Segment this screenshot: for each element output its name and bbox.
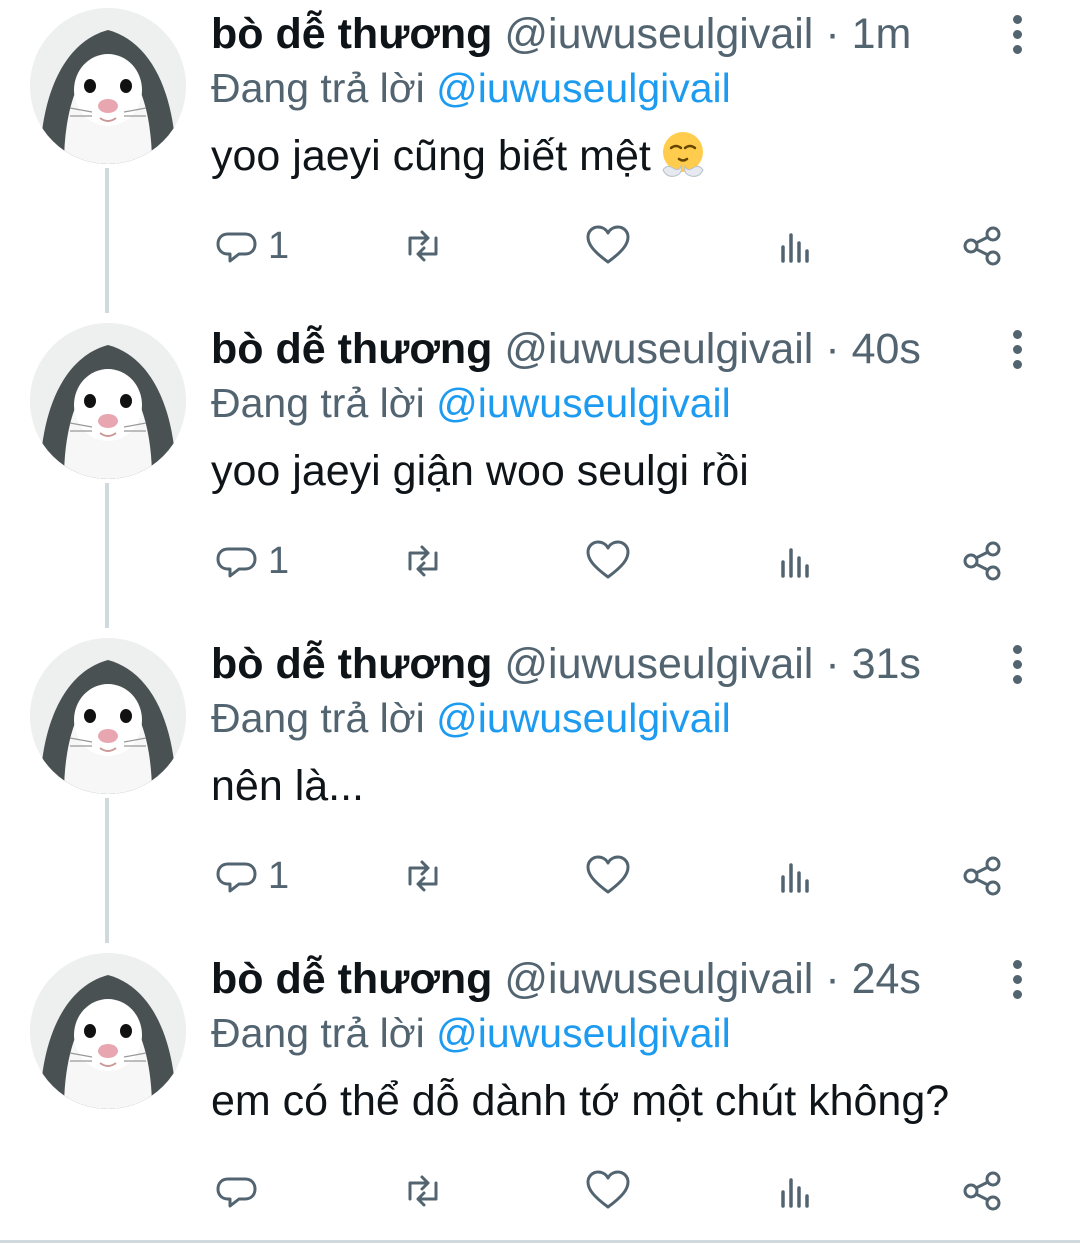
views-bar-chart-icon (781, 1178, 809, 1208)
reply-count: 1 (268, 540, 290, 582)
separator-dot: · (825, 640, 840, 688)
more-vertical-icon[interactable] (1000, 642, 1034, 686)
views-button[interactable] (771, 1161, 821, 1221)
conversation-thread: bò dễ thương @iuwuseulgivail · 1m Đang t… (0, 0, 1080, 1243)
separator-dot: · (825, 10, 840, 58)
more-vertical-icon[interactable] (1000, 957, 1034, 1001)
user-handle[interactable]: @iuwuseulgivail (504, 325, 813, 373)
tweet[interactable]: bò dễ thương @iuwuseulgivail · 24s Đang … (0, 945, 1080, 1260)
retweet-icon (408, 545, 438, 577)
replying-to-label: Đang trả lời (211, 695, 425, 741)
mention-link[interactable]: @iuwuseulgivail (436, 65, 731, 111)
views-button[interactable] (771, 846, 821, 906)
reply-button[interactable]: 1 (212, 846, 289, 906)
avatar[interactable] (30, 953, 186, 1109)
views-button[interactable] (771, 531, 821, 591)
retweet-button[interactable] (398, 1161, 448, 1221)
retweet-icon (408, 230, 438, 262)
tweet-actions: 1 (0, 846, 1080, 906)
user-handle[interactable]: @iuwuseulgivail (504, 640, 813, 688)
retweet-icon (408, 1175, 438, 1207)
tweet[interactable]: bò dễ thương @iuwuseulgivail · 40s Đang … (0, 315, 1080, 630)
replying-to-label: Đang trả lời (211, 1010, 425, 1056)
tweet-header: bò dễ thương @iuwuseulgivail · 1m (211, 8, 911, 60)
mention-link[interactable]: @iuwuseulgivail (436, 695, 731, 741)
display-name[interactable]: bò dễ thương (211, 10, 492, 58)
reply-bubble-icon (216, 1177, 257, 1208)
mention-link[interactable]: @iuwuseulgivail (436, 380, 731, 426)
share-button[interactable] (958, 1161, 1008, 1221)
separator-dot: · (825, 955, 840, 1003)
share-icon (963, 226, 1001, 266)
share-icon (963, 856, 1001, 896)
tweet-header: bò dễ thương @iuwuseulgivail · 40s (211, 323, 921, 375)
timestamp[interactable]: 24s (852, 955, 921, 1003)
replying-to: Đang trả lời @iuwuseulgivail (211, 692, 731, 744)
display-name[interactable]: bò dễ thương (211, 955, 492, 1003)
like-button[interactable] (583, 1161, 633, 1221)
like-button[interactable] (583, 846, 633, 906)
views-bar-chart-icon (781, 548, 809, 578)
reply-button[interactable]: 1 (212, 531, 289, 591)
retweet-icon (408, 860, 438, 892)
replying-to: Đang trả lời @iuwuseulgivail (211, 377, 731, 429)
replying-to-label: Đang trả lời (211, 65, 425, 111)
more-vertical-icon[interactable] (1000, 327, 1034, 371)
tweet-text: yoo jaeyi cũng biết mệt (211, 128, 709, 184)
views-button[interactable] (771, 216, 821, 276)
views-bar-chart-icon (781, 863, 809, 893)
reply-bubble-icon (216, 232, 257, 263)
display-name[interactable]: bò dễ thương (211, 640, 492, 688)
tweet[interactable]: bò dễ thương @iuwuseulgivail · 31s Đang … (0, 630, 1080, 945)
tweet-actions (0, 1161, 1080, 1221)
tweet-text: yoo jaeyi giận woo seulgi rồi (211, 447, 749, 495)
heart-icon (586, 540, 630, 579)
retweet-button[interactable] (398, 216, 448, 276)
share-icon (963, 1171, 1001, 1211)
tweet-text-content: yoo jaeyi cũng biết mệt (211, 132, 651, 180)
tweet-actions: 1 (0, 216, 1080, 276)
replying-to-label: Đang trả lời (211, 380, 425, 426)
avatar[interactable] (30, 638, 186, 794)
tweet-text: nên là... (211, 762, 364, 810)
reply-button[interactable] (212, 1161, 268, 1221)
tweet-text: em có thể dỗ dành tớ một chút không? (211, 1077, 950, 1125)
like-button[interactable] (583, 531, 633, 591)
share-button[interactable] (958, 216, 1008, 276)
tweet-header: bò dễ thương @iuwuseulgivail · 24s (211, 953, 921, 1005)
replying-to: Đang trả lời @iuwuseulgivail (211, 1007, 731, 1059)
face-with-steam-from-nose-icon (662, 132, 704, 177)
share-button[interactable] (958, 531, 1008, 591)
reply-count: 1 (268, 225, 290, 267)
retweet-button[interactable] (398, 846, 448, 906)
avatar[interactable] (30, 8, 186, 164)
mention-link[interactable]: @iuwuseulgivail (436, 1010, 731, 1056)
share-button[interactable] (958, 846, 1008, 906)
heart-icon (586, 855, 630, 894)
user-handle[interactable]: @iuwuseulgivail (504, 10, 813, 58)
timestamp[interactable]: 40s (852, 325, 921, 373)
replying-to: Đang trả lời @iuwuseulgivail (211, 62, 731, 114)
reply-button[interactable]: 1 (212, 216, 289, 276)
tweet[interactable]: bò dễ thương @iuwuseulgivail · 1m Đang t… (0, 0, 1080, 315)
reply-bubble-icon (216, 862, 257, 893)
retweet-button[interactable] (398, 531, 448, 591)
like-button[interactable] (583, 216, 633, 276)
tweet-actions: 1 (0, 531, 1080, 591)
share-icon (963, 541, 1001, 581)
reply-count: 1 (268, 855, 290, 897)
reply-bubble-icon (216, 547, 257, 578)
views-bar-chart-icon (781, 233, 809, 263)
heart-icon (586, 1170, 630, 1209)
display-name[interactable]: bò dễ thương (211, 325, 492, 373)
heart-icon (586, 225, 630, 264)
timestamp[interactable]: 31s (852, 640, 921, 688)
avatar[interactable] (30, 323, 186, 479)
tweet-header: bò dễ thương @iuwuseulgivail · 31s (211, 638, 921, 690)
timestamp[interactable]: 1m (852, 10, 912, 58)
more-vertical-icon[interactable] (1000, 12, 1034, 56)
separator-dot: · (825, 325, 840, 373)
user-handle[interactable]: @iuwuseulgivail (504, 955, 813, 1003)
